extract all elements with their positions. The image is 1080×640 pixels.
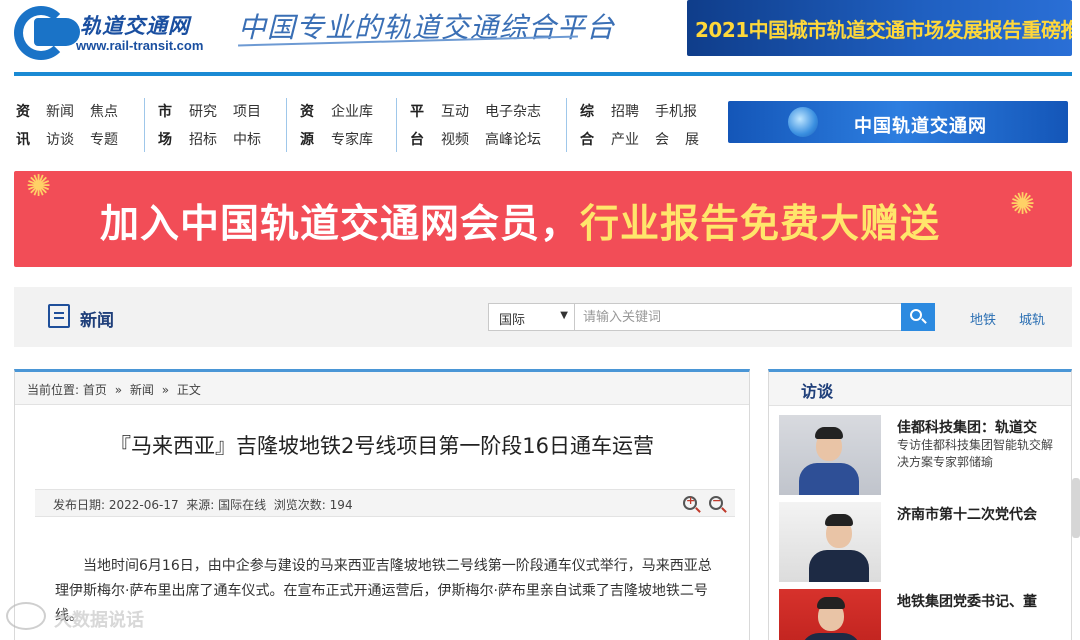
header-divider bbox=[14, 72, 1072, 76]
zoom-in-icon[interactable]: + bbox=[683, 494, 697, 510]
nav-link[interactable]: 展 bbox=[685, 129, 699, 149]
sidebar-title: 访谈 bbox=[801, 382, 834, 401]
nav-category: 场 bbox=[158, 132, 172, 148]
article-source: 国际在线 bbox=[218, 498, 267, 512]
nav-category: 综 bbox=[580, 104, 594, 120]
search-button[interactable] bbox=[901, 303, 935, 331]
report-ad-text: 2021中国城市轨道交通市场发展报告重磅推出 bbox=[695, 18, 1072, 42]
nav-group-news: 资 讯 新闻 焦点 访谈 专题 bbox=[14, 98, 144, 152]
search-category-select[interactable]: 国际 ▼ bbox=[489, 304, 575, 330]
site-logo[interactable]: 轨道交通网 www.rail-transit.com bbox=[14, 6, 214, 60]
promo-text: 加入中国轨道交通网会员，行业报告免费大赠送 bbox=[100, 193, 940, 249]
breadcrumb-label: 当前位置: bbox=[27, 383, 80, 397]
nav-link[interactable]: 互动 bbox=[441, 101, 469, 121]
breadcrumb-current: 正文 bbox=[176, 383, 201, 397]
interview-thumbnail bbox=[779, 589, 881, 640]
section-title: 新闻 bbox=[80, 311, 114, 331]
nav-category: 台 bbox=[410, 132, 424, 148]
interview-thumbnail bbox=[779, 502, 881, 582]
nav-link[interactable]: 访谈 bbox=[46, 129, 74, 149]
view-count: 194 bbox=[329, 498, 353, 512]
nav-link[interactable]: 会 bbox=[655, 129, 669, 149]
sidebar-item-title: 济南市第十二次党代会 bbox=[897, 507, 1037, 523]
zoom-out-icon[interactable]: − bbox=[709, 494, 723, 510]
site-name-banner-text: 中国轨道交通网 bbox=[854, 116, 987, 137]
nav-link[interactable]: 产业 bbox=[611, 129, 639, 149]
views-label: 浏览次数: bbox=[273, 498, 326, 512]
search-input[interactable] bbox=[583, 304, 893, 330]
sidebar-item[interactable]: 佳都科技集团：轨道交 专访佳都科技集团智能轨交解决方案专家郭储瑜 bbox=[779, 415, 1069, 497]
interview-thumbnail bbox=[779, 415, 881, 495]
source-label: 来源: bbox=[186, 498, 215, 512]
breadcrumb-separator: » bbox=[114, 383, 123, 397]
watermark: 大数据说话 bbox=[6, 598, 156, 638]
nav-link[interactable]: 专题 bbox=[90, 129, 118, 149]
sidebar-item-desc: 专访佳都科技集团智能轨交解决方案专家郭储瑜 bbox=[897, 438, 1054, 469]
search-box: 国际 ▼ bbox=[488, 303, 935, 331]
quick-link-metro[interactable]: 地铁 bbox=[970, 309, 996, 328]
nav-link[interactable]: 研究 bbox=[189, 101, 217, 121]
promo-text-main: 加入中国轨道交通网会员， bbox=[100, 202, 581, 247]
main-nav: 资 讯 新闻 焦点 访谈 专题 市 场 研究 项目 招标 中标 资 源 企业库 … bbox=[14, 98, 1072, 152]
logo-title: 轨道交通网 bbox=[80, 14, 190, 38]
section-toolbar: 新闻 国际 ▼ 地铁 城轨 bbox=[14, 287, 1072, 347]
nav-link[interactable]: 项目 bbox=[233, 101, 261, 121]
breadcrumb-news[interactable]: 新闻 bbox=[130, 383, 154, 397]
nav-category: 平 bbox=[410, 104, 424, 120]
nav-group-resources: 资 源 企业库 专家库 bbox=[286, 98, 396, 152]
firework-icon: ✺ bbox=[1010, 187, 1036, 222]
nav-link[interactable]: 专家库 bbox=[331, 129, 373, 149]
nav-category: 合 bbox=[580, 132, 594, 148]
nav-link[interactable]: 招聘 bbox=[611, 101, 639, 121]
globe-icon bbox=[788, 107, 818, 137]
article-title: 『马来西亚』吉隆坡地铁2号线项目第一阶段16日通车运营 bbox=[109, 434, 655, 458]
nav-link[interactable]: 招标 bbox=[189, 129, 217, 149]
watermark-text: 大数据说话 bbox=[54, 610, 144, 631]
nav-group-market: 市 场 研究 项目 招标 中标 bbox=[144, 98, 286, 152]
nav-category: 源 bbox=[300, 132, 314, 148]
quick-link-urban-rail[interactable]: 城轨 bbox=[1019, 309, 1045, 328]
site-name-banner[interactable]: 中国轨道交通网 bbox=[728, 101, 1068, 143]
interview-sidebar: 访谈 佳都科技集团：轨道交 专访佳都科技集团智能轨交解决方案专家郭储瑜 济南市第… bbox=[768, 369, 1072, 640]
weibo-icon bbox=[6, 602, 46, 630]
site-header: 轨道交通网 www.rail-transit.com 中国专业的轨道交通综合平台… bbox=[0, 0, 1080, 78]
nav-group-platform: 平 台 互动 电子杂志 视频 高峰论坛 bbox=[396, 98, 566, 152]
date-label: 发布日期: bbox=[53, 498, 106, 512]
sidebar-header: 访谈 bbox=[769, 372, 1071, 406]
page-scrollbar[interactable] bbox=[1072, 478, 1080, 538]
breadcrumb-home[interactable]: 首页 bbox=[83, 383, 107, 397]
nav-link[interactable]: 中标 bbox=[233, 129, 261, 149]
sidebar-item[interactable]: 济南市第十二次党代会 bbox=[779, 502, 1069, 584]
nav-link[interactable]: 电子杂志 bbox=[485, 101, 541, 121]
report-ad-banner[interactable]: 2021中国城市轨道交通市场发展报告重磅推出 bbox=[687, 0, 1072, 56]
nav-link[interactable]: 手机报 bbox=[655, 101, 697, 121]
document-icon bbox=[48, 304, 70, 328]
sidebar-item-title: 地铁集团党委书记、董 bbox=[897, 594, 1037, 610]
nav-category: 市 bbox=[158, 104, 172, 120]
nav-link[interactable]: 视频 bbox=[441, 129, 469, 149]
breadcrumb-separator: » bbox=[161, 383, 170, 397]
firework-icon: ✺ bbox=[26, 171, 52, 204]
nav-link[interactable]: 企业库 bbox=[331, 101, 373, 121]
search-category-value: 国际 bbox=[499, 313, 526, 328]
sidebar-item-title: 佳都科技集团：轨道交 bbox=[897, 420, 1037, 436]
nav-category: 资 bbox=[16, 104, 30, 120]
publish-date: 2022-06-17 bbox=[108, 498, 179, 512]
caret-down-icon: ▼ bbox=[560, 310, 568, 321]
nav-link[interactable]: 高峰论坛 bbox=[485, 129, 541, 149]
nav-group-general: 综 合 招聘 手机报 产业 会 展 bbox=[566, 98, 716, 152]
promo-text-highlight: 行业报告免费大赠送 bbox=[580, 202, 941, 247]
article-meta: 发布日期: 2022-06-17 来源: 国际在线 浏览次数: 194 + − bbox=[35, 489, 735, 517]
nav-category: 讯 bbox=[16, 132, 30, 148]
nav-link[interactable]: 新闻 bbox=[46, 101, 74, 121]
nav-link[interactable]: 焦点 bbox=[90, 101, 118, 121]
nav-category: 资 bbox=[300, 104, 314, 120]
breadcrumb: 当前位置: 首页 » 新闻 » 正文 bbox=[15, 372, 749, 405]
logo-mark-fill bbox=[34, 18, 80, 46]
sidebar-item[interactable]: 地铁集团党委书记、董 bbox=[779, 589, 1069, 640]
logo-url: www.rail-transit.com bbox=[76, 38, 204, 53]
membership-promo-banner[interactable]: ✺ ✺ 加入中国轨道交通网会员，行业报告免费大赠送 bbox=[14, 171, 1072, 267]
